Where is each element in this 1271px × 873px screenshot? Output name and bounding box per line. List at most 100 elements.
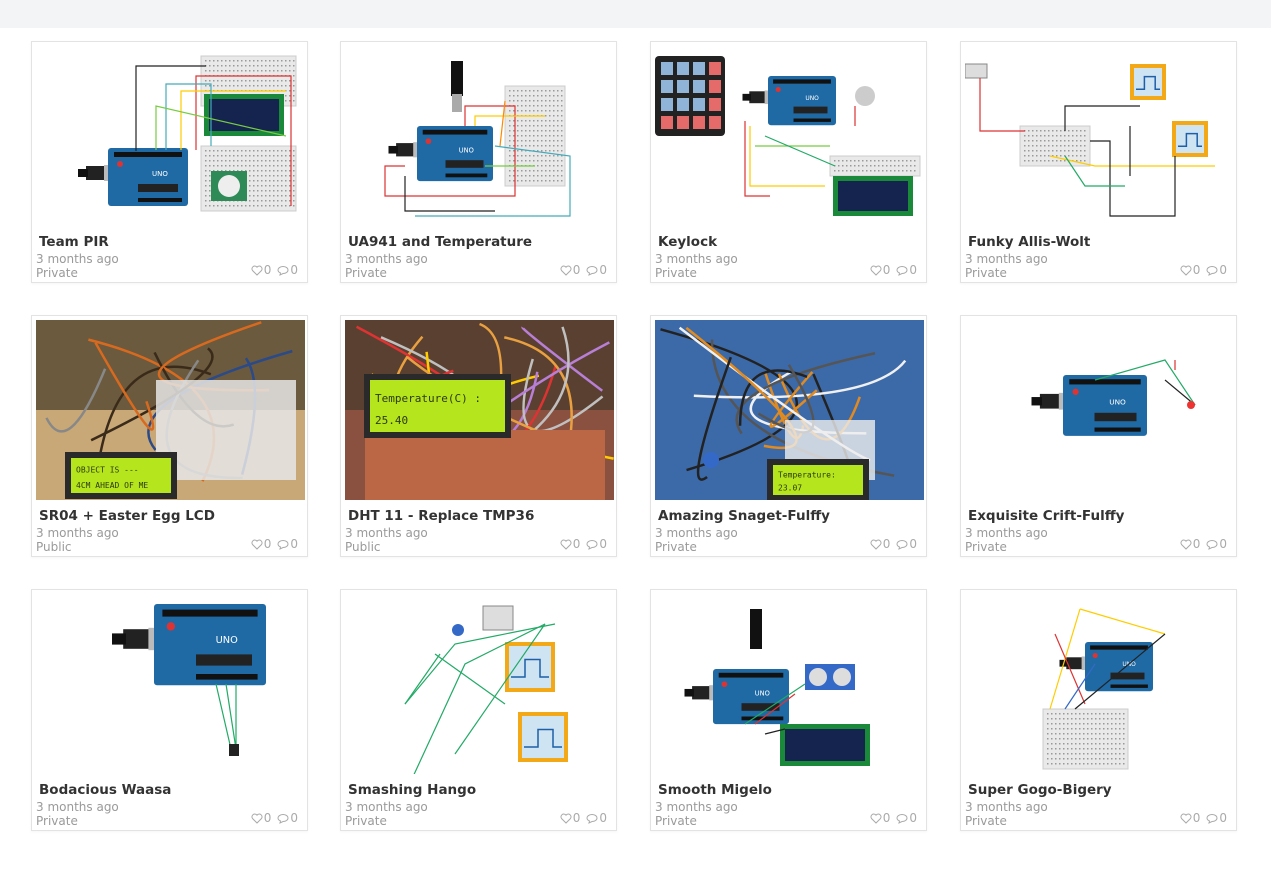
project-card[interactable]: UNO Smooth Migelo 3 months ago Private 0…	[650, 589, 927, 831]
project-card[interactable]: UNO UA941 and Temperature 3 months ago P…	[340, 41, 617, 283]
like-count[interactable]: 0	[560, 811, 580, 825]
like-count[interactable]: 0	[1180, 537, 1200, 551]
comment-count[interactable]: 0	[1206, 811, 1227, 825]
project-thumbnail[interactable]: UNO	[655, 594, 924, 774]
like-count[interactable]: 0	[251, 537, 272, 551]
project-title[interactable]: Team PIR	[39, 234, 109, 250]
like-count[interactable]: 0	[560, 263, 580, 277]
project-card[interactable]: UNO Super Gogo-Bigery 3 months ago Priva…	[960, 589, 1237, 831]
heart-icon	[870, 265, 882, 276]
like-count-value: 0	[263, 263, 272, 277]
project-title[interactable]: Keylock	[658, 234, 717, 250]
like-count-value: 0	[263, 537, 272, 551]
comment-count-value: 0	[290, 263, 298, 277]
comment-count[interactable]: 0	[896, 811, 917, 825]
like-count[interactable]: 0	[1180, 811, 1200, 825]
breadboard	[829, 155, 921, 177]
comment-count[interactable]: 0	[896, 263, 917, 277]
comment-icon	[1206, 265, 1218, 276]
heart-icon	[1180, 813, 1192, 824]
comment-count[interactable]: 0	[277, 811, 298, 825]
project-title[interactable]: Super Gogo-Bigery	[968, 782, 1112, 798]
project-visibility: Private	[36, 814, 78, 828]
project-stats: 0 0	[251, 811, 298, 825]
project-card[interactable]: Temperature(C) : 25.40 DHT 11 - Replace …	[340, 315, 617, 557]
project-card[interactable]: Funky Allis-Wolt 3 months ago Private 0 …	[960, 41, 1237, 283]
like-count[interactable]: 0	[251, 811, 271, 825]
heart-icon	[1180, 539, 1192, 550]
lcd-display: Temperature(C) : 25.40	[364, 374, 511, 438]
comment-icon	[277, 539, 289, 550]
comment-count-value: 0	[599, 263, 607, 277]
project-card[interactable]: UNO Bodacious Waasa 3 months ago Private…	[31, 589, 308, 831]
like-count[interactable]: 0	[1180, 263, 1200, 277]
like-count[interactable]: 0	[870, 263, 890, 277]
project-date: 3 months ago	[36, 526, 119, 540]
project-thumbnail[interactable]: UNO	[965, 320, 1234, 500]
project-title[interactable]: Bodacious Waasa	[39, 782, 171, 798]
like-count[interactable]: 0	[870, 811, 890, 825]
project-thumbnail[interactable]: OBJECT IS --- 4CM AHEAD OF ME	[36, 320, 305, 500]
svg-text:23.07: 23.07	[778, 484, 802, 493]
comment-count-value: 0	[599, 811, 607, 825]
comment-icon	[896, 265, 908, 276]
like-count[interactable]: 0	[560, 537, 581, 551]
comment-count[interactable]: 0	[586, 537, 607, 551]
project-thumbnail[interactable]: UNO	[345, 46, 614, 226]
oscilloscope	[505, 642, 555, 692]
project-card[interactable]: Temperature: 23.07 Amazing Snaget-Fulffy…	[650, 315, 927, 557]
heart-icon	[870, 813, 882, 824]
project-card[interactable]: OBJECT IS --- 4CM AHEAD OF ME SR04 + Eas…	[31, 315, 308, 557]
project-thumbnail[interactable]: UNO	[36, 46, 305, 226]
comment-icon	[1206, 539, 1218, 550]
project-title[interactable]: Exquisite Crift-Fulffy	[968, 508, 1124, 524]
project-thumbnail[interactable]: Temperature(C) : 25.40	[345, 320, 614, 500]
comment-icon	[277, 813, 289, 824]
arduino-board: UNO	[1031, 375, 1147, 436]
comment-count[interactable]: 0	[586, 263, 607, 277]
project-date: 3 months ago	[655, 526, 738, 540]
svg-text:UNO: UNO	[1109, 397, 1126, 406]
project-thumbnail[interactable]	[345, 594, 614, 774]
project-stats: 0 0	[251, 537, 298, 551]
heart-icon	[251, 265, 263, 276]
project-title[interactable]: UA941 and Temperature	[348, 234, 532, 250]
comment-count[interactable]: 0	[1206, 263, 1227, 277]
comment-count[interactable]: 0	[896, 537, 917, 551]
comment-count-value: 0	[1219, 811, 1227, 825]
comment-count[interactable]: 0	[1206, 537, 1227, 551]
comment-count-value: 0	[909, 811, 917, 825]
project-card[interactable]: UNO Exquisite Crift-Fulffy 3 months ago …	[960, 315, 1237, 557]
project-title[interactable]: SR04 + Easter Egg LCD	[39, 508, 215, 524]
like-count-value: 0	[572, 537, 581, 551]
oscilloscope	[1172, 121, 1208, 157]
arduino-board: UNO	[78, 148, 188, 206]
project-thumbnail[interactable]	[965, 46, 1234, 226]
project-thumbnail[interactable]: Temperature: 23.07	[655, 320, 924, 500]
project-title[interactable]: DHT 11 - Replace TMP36	[348, 508, 534, 524]
svg-text:UNO: UNO	[152, 170, 168, 178]
svg-text:UNO: UNO	[216, 635, 238, 646]
project-thumbnail[interactable]: UNO	[36, 594, 305, 774]
comment-count-value: 0	[599, 537, 607, 551]
project-thumbnail[interactable]: UNO	[655, 46, 924, 226]
like-count[interactable]: 0	[251, 263, 272, 277]
comment-count[interactable]: 0	[277, 537, 298, 551]
comment-count-value: 0	[290, 811, 298, 825]
svg-text:UNO: UNO	[755, 690, 770, 698]
comment-count[interactable]: 0	[586, 811, 607, 825]
svg-text:4CM AHEAD OF ME: 4CM AHEAD OF ME	[76, 481, 148, 490]
project-card[interactable]: UNO Keylock 3 months ago Private 0 0	[650, 41, 927, 283]
project-title[interactable]: Smashing Hango	[348, 782, 476, 798]
project-card[interactable]: UNO Team PIR 3 months ago Private 0 0	[31, 41, 308, 283]
project-thumbnail[interactable]: UNO	[965, 594, 1234, 774]
project-title[interactable]: Funky Allis-Wolt	[968, 234, 1090, 250]
comment-count[interactable]: 0	[277, 263, 298, 277]
project-card[interactable]: Smashing Hango 3 months ago Private 0 0	[340, 589, 617, 831]
like-count[interactable]: 0	[870, 537, 890, 551]
heart-icon	[251, 539, 263, 550]
project-title[interactable]: Smooth Migelo	[658, 782, 772, 798]
project-visibility: Private	[965, 540, 1007, 554]
project-date: 3 months ago	[965, 526, 1048, 540]
project-title[interactable]: Amazing Snaget-Fulffy	[658, 508, 830, 524]
